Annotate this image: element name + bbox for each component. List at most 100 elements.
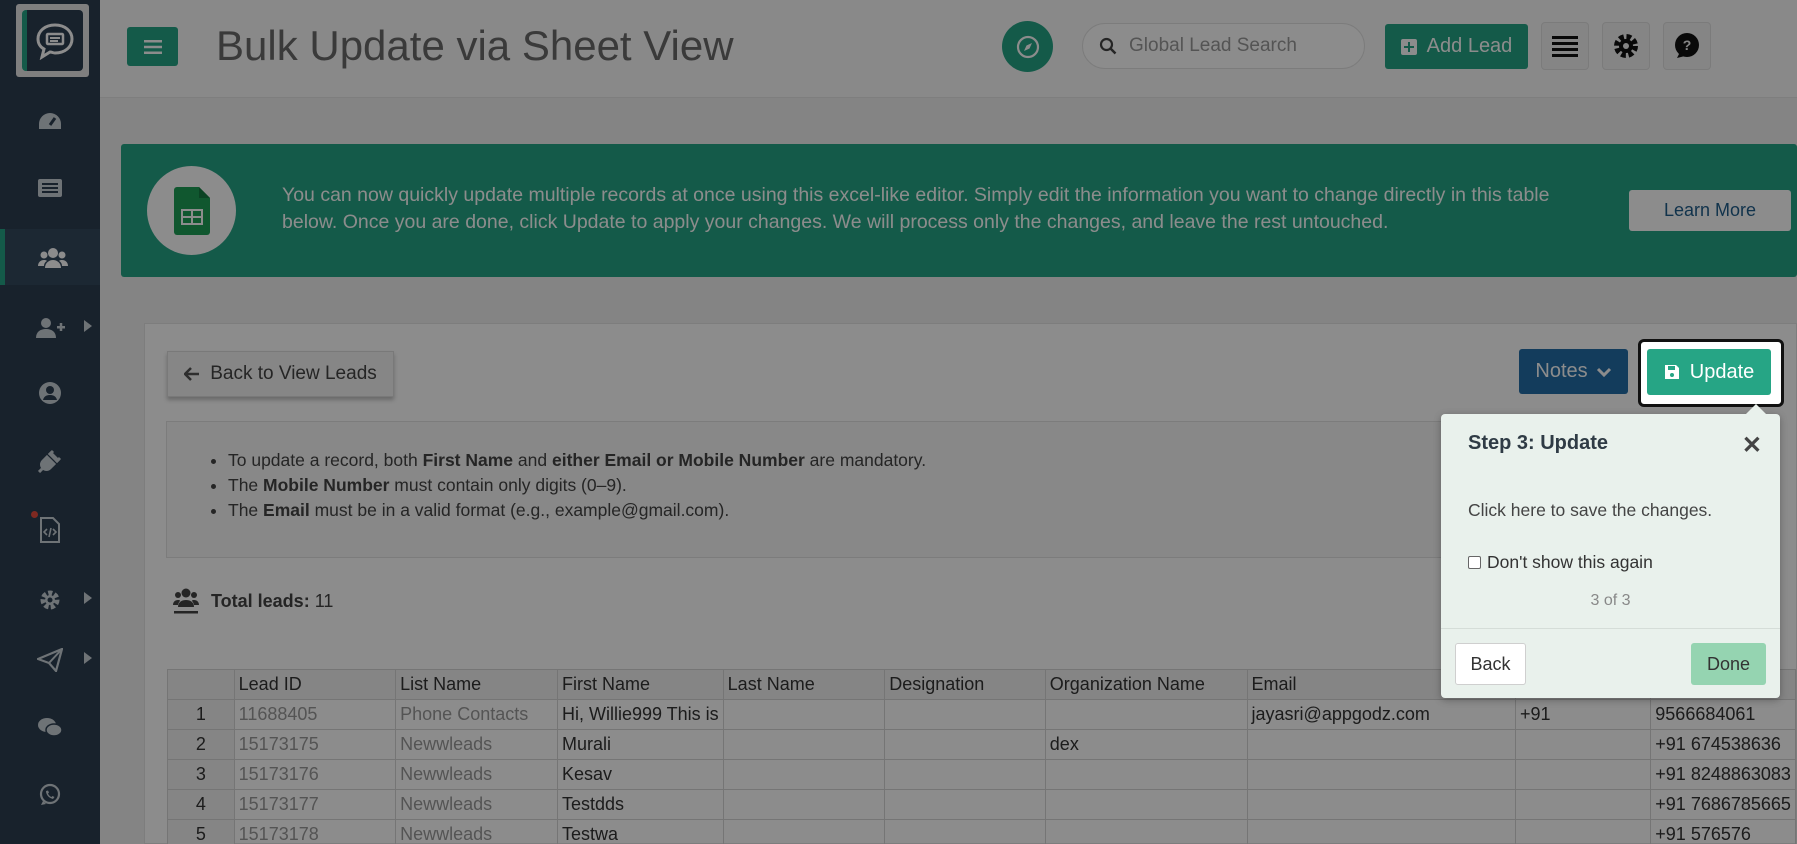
add-lead-button[interactable]: Add Lead	[1385, 24, 1528, 69]
designation-cell[interactable]	[884, 699, 1046, 730]
sidebar	[0, 0, 100, 844]
column-header[interactable]: Lead ID	[233, 669, 397, 700]
user-circle-icon	[39, 382, 61, 404]
first-name-cell[interactable]: Kesav	[556, 759, 724, 790]
email-cell[interactable]	[1246, 759, 1516, 790]
email-cell[interactable]: jayasri@appgodz.com	[1246, 699, 1516, 730]
column-header[interactable]: Last Name	[722, 669, 886, 700]
back-label: Back to View Leads	[210, 363, 377, 384]
designation-cell[interactable]	[884, 819, 1046, 844]
global-search-input[interactable]	[1129, 35, 1349, 57]
organization-cell[interactable]	[1044, 789, 1248, 820]
sidebar-item-list[interactable]	[0, 160, 100, 216]
caret-right-icon	[84, 320, 92, 332]
sidebar-item-campaigns[interactable]	[0, 632, 100, 688]
sidebar-item-add-user[interactable]	[0, 300, 100, 356]
popover-done-button[interactable]: Done	[1691, 643, 1766, 685]
organization-cell[interactable]	[1044, 759, 1248, 790]
layout-button[interactable]	[1541, 22, 1589, 70]
banner-icon-circle	[147, 166, 236, 255]
designation-cell[interactable]	[884, 789, 1046, 820]
mobile-cell[interactable]: +91 8248863083	[1650, 759, 1796, 790]
mobile-cell[interactable]: +91 674538636	[1650, 729, 1796, 760]
dont-show-again-checkbox[interactable]: Don't show this again	[1468, 552, 1653, 573]
popover-footer-divider	[1441, 628, 1780, 629]
first-name-cell[interactable]: Murali	[556, 729, 724, 760]
whatsapp-icon	[39, 783, 61, 805]
column-header[interactable]: Organization Name	[1044, 669, 1248, 700]
list-name-cell: Newwleads	[395, 819, 558, 844]
total-leads: Total leads: 11	[173, 587, 333, 615]
notification-dot	[31, 511, 38, 518]
chevron-down-icon	[1596, 367, 1611, 377]
list-name-cell: Phone Contacts	[395, 699, 558, 730]
send-icon	[37, 648, 63, 672]
row-number: 1	[167, 699, 235, 730]
first-name-cell[interactable]: Hi, Willie999 This is	[556, 699, 724, 730]
last-name-cell[interactable]	[722, 699, 886, 730]
settings-button[interactable]	[1602, 22, 1650, 70]
notes-dropdown-button[interactable]: Notes	[1519, 349, 1628, 394]
organization-cell[interactable]	[1044, 819, 1248, 844]
country-code-cell[interactable]	[1514, 789, 1652, 820]
designation-cell[interactable]	[884, 729, 1046, 760]
first-name-cell[interactable]: Testdds	[556, 789, 724, 820]
lead-id-cell: 15173178	[233, 819, 397, 844]
first-name-cell[interactable]: Testwa	[556, 819, 724, 844]
checkbox-label: Don't show this again	[1487, 552, 1653, 572]
global-search[interactable]	[1082, 23, 1365, 69]
learn-more-button[interactable]: Learn More	[1629, 190, 1791, 231]
last-name-cell[interactable]	[722, 789, 886, 820]
help-button[interactable]: ?	[1663, 22, 1711, 70]
sidebar-item-whatsapp[interactable]	[0, 767, 100, 823]
checkbox-box[interactable]	[1468, 556, 1481, 569]
row-number: 2	[167, 729, 235, 760]
country-code-cell[interactable]	[1514, 729, 1652, 760]
mobile-cell[interactable]: +91 7686785665	[1650, 789, 1796, 820]
tour-popover: Step 3: Update ✕ Click here to save the …	[1441, 404, 1780, 698]
column-header[interactable]: Designation	[884, 669, 1046, 700]
sidebar-item-integrations[interactable]	[0, 433, 100, 489]
popover-progress: 3 of 3	[1590, 592, 1631, 609]
sidebar-item-dashboard[interactable]	[0, 93, 100, 149]
email-cell[interactable]	[1246, 789, 1516, 820]
explore-button[interactable]	[1002, 21, 1053, 72]
rules-list: To update a record, both First Name and …	[228, 448, 926, 523]
country-code-cell[interactable]	[1514, 819, 1652, 844]
rule-item: The Email must be in a valid format (e.g…	[228, 498, 926, 523]
add-lead-label: Add Lead	[1426, 35, 1513, 57]
users-icon	[37, 248, 68, 268]
close-icon[interactable]: ✕	[1742, 431, 1762, 460]
highlighted-update-button[interactable]: Update	[1647, 349, 1771, 395]
last-name-cell[interactable]	[722, 819, 886, 844]
sidebar-item-profile[interactable]	[0, 365, 100, 421]
popover-caret	[1746, 404, 1766, 414]
email-cell[interactable]	[1246, 819, 1516, 844]
menu-toggle-button[interactable]	[127, 27, 178, 66]
popover-back-button[interactable]: Back	[1455, 643, 1526, 685]
country-code-cell[interactable]: +91	[1514, 699, 1652, 730]
country-code-cell[interactable]	[1514, 759, 1652, 790]
table-row: 3 15173176 Newwleads Kesav +91 824886308…	[167, 759, 1796, 790]
sidebar-item-settings[interactable]	[0, 572, 100, 628]
app-logo[interactable]	[16, 4, 89, 77]
lead-id-cell: 11688405	[233, 699, 397, 730]
column-header[interactable]: List Name	[395, 669, 558, 700]
column-header[interactable]: First Name	[556, 669, 724, 700]
tour-highlight: Update	[1638, 339, 1784, 407]
mobile-cell[interactable]: +91 576576	[1650, 819, 1796, 844]
organization-cell[interactable]	[1044, 699, 1248, 730]
plug-icon	[38, 449, 62, 473]
mobile-cell[interactable]: 9566684061	[1650, 699, 1796, 730]
chat-icon	[38, 718, 63, 737]
sidebar-item-developer[interactable]	[0, 502, 100, 558]
table-row: 5 15173178 Newwleads Testwa +91 576576	[167, 819, 1796, 844]
designation-cell[interactable]	[884, 759, 1046, 790]
last-name-cell[interactable]	[722, 759, 886, 790]
email-cell[interactable]	[1246, 729, 1516, 760]
organization-cell[interactable]: dex	[1044, 729, 1248, 760]
sidebar-item-chat[interactable]	[0, 700, 100, 756]
sidebar-item-leads[interactable]	[0, 229, 100, 285]
back-to-view-leads-button[interactable]: Back to View Leads	[167, 351, 394, 397]
last-name-cell[interactable]	[722, 729, 886, 760]
